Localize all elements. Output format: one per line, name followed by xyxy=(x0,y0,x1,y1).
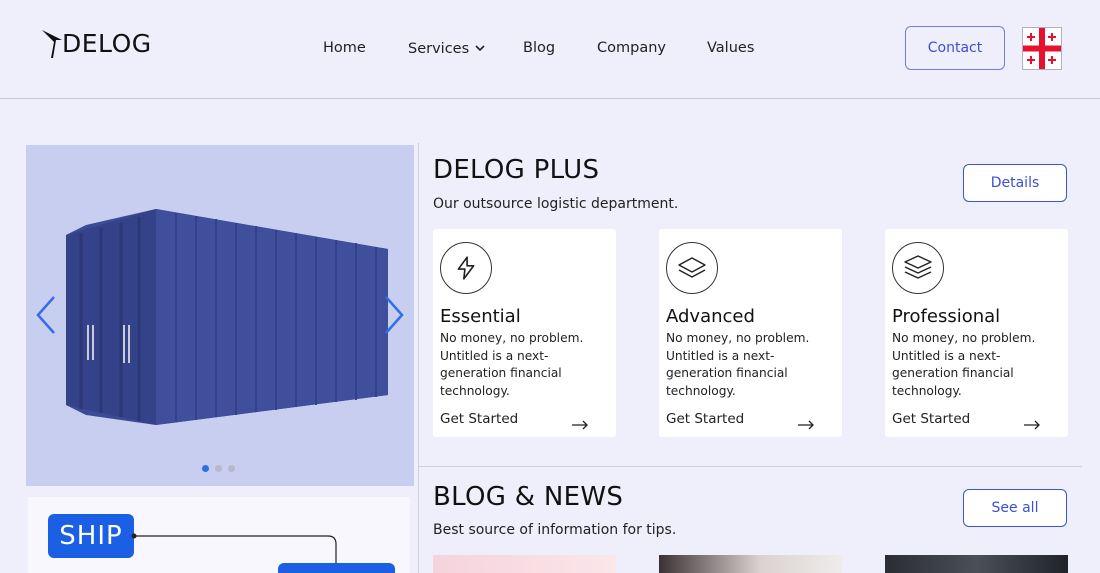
section-divider xyxy=(419,466,1082,467)
plan-description: No money, no problem. Untitled is a next… xyxy=(666,331,810,398)
blog-title: BLOG & NEWS xyxy=(433,482,624,512)
arrow-right-icon[interactable] xyxy=(571,415,589,434)
plan-title: Professional xyxy=(892,306,1001,327)
nav-values[interactable]: Values xyxy=(707,40,754,56)
slider-prev-arrow-icon[interactable] xyxy=(34,295,58,339)
stack-icon xyxy=(892,242,944,294)
ship-flow-card: SHIP xyxy=(28,497,410,573)
slider-dot-2[interactable] xyxy=(215,465,222,472)
nav-home[interactable]: Home xyxy=(323,40,366,56)
plan-description: No money, no problem. Untitled is a next… xyxy=(440,331,584,398)
blog-thumbnail[interactable] xyxy=(885,555,1068,573)
slider-next-arrow-icon[interactable] xyxy=(382,295,406,339)
plan-title: Advanced xyxy=(666,306,755,327)
georgia-flag-icon[interactable] xyxy=(1022,27,1062,70)
slider-dots xyxy=(202,465,235,472)
nav-blog[interactable]: Blog xyxy=(523,40,555,56)
plus-title: DELOG PLUS xyxy=(433,155,600,185)
lightning-icon xyxy=(440,242,492,294)
get-started-link[interactable]: Get Started xyxy=(666,411,744,427)
flow-target-box xyxy=(278,563,395,573)
nav-services-label: Services xyxy=(408,41,470,57)
slider-dot-1[interactable] xyxy=(202,465,209,472)
site-header: DELOG Home Services Blog Company Values … xyxy=(0,0,1100,99)
chevron-down-icon xyxy=(475,40,485,56)
shipping-container-image xyxy=(66,209,388,425)
plan-description: No money, no problem. Untitled is a next… xyxy=(892,331,1036,398)
plan-card-advanced: Advanced No money, no problem. Untitled … xyxy=(659,229,842,437)
slider-dot-3[interactable] xyxy=(228,465,235,472)
get-started-link[interactable]: Get Started xyxy=(892,411,970,427)
details-button[interactable]: Details xyxy=(963,164,1067,202)
layers-icon xyxy=(666,242,718,294)
plan-card-essential: Essential No money, no problem. Untitled… xyxy=(433,229,616,437)
contact-button[interactable]: Contact xyxy=(905,26,1005,70)
blog-thumbnail[interactable] xyxy=(659,555,842,573)
plan-card-professional: Professional No money, no problem. Untit… xyxy=(885,229,1068,437)
hero-slider xyxy=(26,145,414,486)
flow-connector-line xyxy=(131,533,337,567)
blog-subtitle: Best source of information for tips. xyxy=(433,522,677,538)
get-started-link[interactable]: Get Started xyxy=(440,411,518,427)
column-divider xyxy=(418,143,419,573)
arrow-right-icon[interactable] xyxy=(797,415,815,434)
plan-title: Essential xyxy=(440,306,521,327)
plus-subtitle: Our outsource logistic department. xyxy=(433,196,679,212)
nav-services[interactable]: Services xyxy=(408,40,485,57)
blog-thumbnail[interactable] xyxy=(433,555,616,573)
arrow-right-icon[interactable] xyxy=(1023,415,1041,434)
see-all-button[interactable]: See all xyxy=(963,489,1067,527)
nav-company[interactable]: Company xyxy=(597,40,666,56)
